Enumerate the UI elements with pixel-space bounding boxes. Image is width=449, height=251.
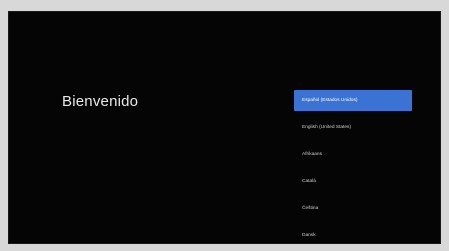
welcome-title: Bienvenido [62, 93, 139, 110]
language-option[interactable]: Català [294, 171, 412, 192]
language-option[interactable]: English (United States) [294, 117, 412, 138]
language-option[interactable]: Español (Estados Unidos) [294, 90, 412, 111]
language-list: Español (Estados Unidos) English (United… [294, 90, 412, 251]
setup-screen: Bienvenido Español (Estados Unidos) Engl… [9, 12, 440, 243]
language-option[interactable]: Afrikaans [294, 144, 412, 165]
language-option[interactable]: Čeština [294, 198, 412, 219]
language-option[interactable]: Dansk [294, 225, 412, 246]
screenshot-frame: Bienvenido Español (Estados Unidos) Engl… [0, 0, 449, 251]
